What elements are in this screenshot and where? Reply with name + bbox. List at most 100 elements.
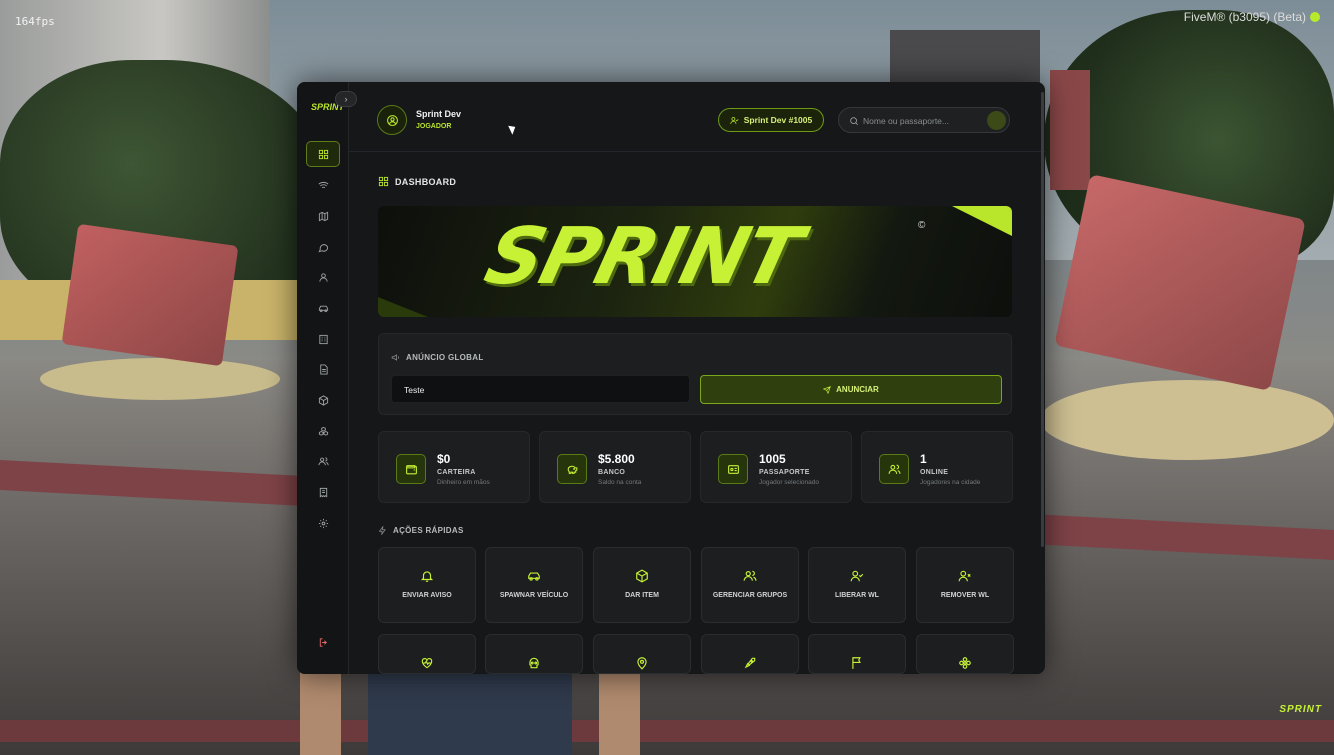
map-icon <box>318 211 328 221</box>
grid-icon <box>378 176 389 187</box>
header: Sprint Dev JOGADOR Sprint Dev #1005 <box>349 82 1045 152</box>
banner-logo: SPRINT <box>476 212 809 302</box>
action-label: DAR ITEM <box>625 592 659 599</box>
users-icon <box>888 464 900 474</box>
fivem-version: FiveM® (b3095) (Beta) <box>1184 10 1320 24</box>
search-input[interactable] <box>863 112 983 129</box>
player-id-label: Sprint Dev #1005 <box>743 115 813 125</box>
users-icon <box>317 456 329 465</box>
action-label: GERENCIAR GRUPOS <box>712 592 788 599</box>
chat-icon <box>318 243 328 252</box>
admin-panel: SPRINT › Sprint Dev JOGADOR Sprint Dev #… <box>297 82 1045 674</box>
stat-label: BANCO <box>598 469 626 476</box>
piggy-bank-icon <box>567 465 577 474</box>
stat-value: $5.800 <box>598 452 635 466</box>
action-misc[interactable] <box>916 634 1014 674</box>
quick-actions-title: AÇÕES RÁPIDAS <box>378 526 464 535</box>
stat-label: CARTEIRA <box>437 469 476 476</box>
box-icon <box>318 394 328 406</box>
nav-settings[interactable] <box>306 510 340 536</box>
action-label: LIBERAR WL <box>835 592 879 599</box>
action-kill[interactable] <box>485 634 583 674</box>
user-x-icon <box>958 570 971 582</box>
heart-pulse-icon <box>421 658 433 669</box>
search-box[interactable] <box>838 107 1010 133</box>
action-heal[interactable] <box>378 634 476 674</box>
announce-button-label: ANUNCIAR <box>836 385 879 394</box>
flag-icon <box>852 657 861 669</box>
logout-icon <box>319 637 327 647</box>
action-boost[interactable] <box>701 634 799 674</box>
car-icon <box>318 305 328 312</box>
stat-subtitle: Jogador selecionado <box>759 479 819 486</box>
announce-button[interactable]: ANUNCIAR <box>700 375 1002 404</box>
action-release-wl[interactable]: LIBERAR WL <box>808 547 906 623</box>
avatar[interactable] <box>377 105 407 135</box>
send-icon <box>823 385 832 394</box>
document-icon <box>319 363 328 375</box>
dashboard-title-text: DASHBOARD <box>395 176 457 187</box>
nav-inventory[interactable] <box>306 418 340 444</box>
nav-connection[interactable] <box>306 172 340 198</box>
stat-icon-box <box>879 454 909 484</box>
quick-actions-title-text: AÇÕES RÁPIDAS <box>393 526 464 535</box>
user-icon <box>318 272 328 282</box>
building-icon <box>318 334 328 344</box>
announcement-input[interactable]: Teste <box>391 375 690 403</box>
grid-icon <box>318 149 328 159</box>
nav-chat[interactable] <box>306 234 340 260</box>
nav-items[interactable] <box>306 387 340 413</box>
announcement-title-text: ANÚNCIO GLOBAL <box>406 353 484 362</box>
car-icon <box>528 572 540 581</box>
rocket-icon <box>744 657 756 669</box>
stat-value: 1005 <box>759 452 786 466</box>
nav-groups[interactable] <box>306 448 340 474</box>
stat-subtitle: Dinheiro em mãos <box>437 479 490 486</box>
watermark-logo: SPRINT <box>1279 704 1322 715</box>
stat-subtitle: Saldo na conta <box>598 479 642 486</box>
action-remove-wl[interactable]: REMOVER WL <box>916 547 1014 623</box>
receipt-icon <box>319 487 327 497</box>
nav-dashboard[interactable] <box>306 141 340 167</box>
stat-card-bank: $5.800 BANCO Saldo na conta <box>539 431 691 503</box>
wallet-icon <box>405 464 417 474</box>
dashboard-title: DASHBOARD <box>378 176 456 187</box>
scrollbar[interactable] <box>1041 92 1044 547</box>
box-icon <box>636 569 648 583</box>
sidebar: SPRINT › <box>297 82 357 674</box>
action-send-notice[interactable]: ENVIAR AVISO <box>378 547 476 623</box>
flower-icon <box>959 657 971 669</box>
stat-label: PASSAPORTE <box>759 469 810 476</box>
nav-documents[interactable] <box>306 356 340 382</box>
nav-map[interactable] <box>306 203 340 229</box>
nav-properties[interactable] <box>306 326 340 352</box>
action-label: SPAWNAR VEÍCULO <box>499 592 569 599</box>
action-give-item[interactable]: DAR ITEM <box>593 547 691 623</box>
stat-icon-box <box>396 454 426 484</box>
global-announcement-card: ANÚNCIO GLOBAL Teste ANUNCIAR <box>378 333 1012 415</box>
main-content: Sprint Dev JOGADOR Sprint Dev #1005 DASH… <box>349 82 1045 674</box>
action-flag[interactable] <box>808 634 906 674</box>
action-label: ENVIAR AVISO <box>402 592 452 599</box>
player-id-pill[interactable]: Sprint Dev #1005 <box>718 108 824 132</box>
users-icon <box>743 570 757 581</box>
bolt-icon <box>378 526 386 535</box>
cubes-icon <box>318 426 328 436</box>
action-spawn-vehicle[interactable]: SPAWNAR VEÍCULO <box>485 547 583 623</box>
sprint-banner: SPRINT © <box>378 206 1012 317</box>
logout-button[interactable] <box>306 629 340 655</box>
nav-logs[interactable] <box>306 479 340 505</box>
search-button[interactable] <box>987 111 1006 130</box>
gear-icon <box>318 518 328 528</box>
nav-vehicles[interactable] <box>306 295 340 321</box>
action-teleport[interactable] <box>593 634 691 674</box>
status-dot-icon <box>1310 12 1320 22</box>
stat-value: $0 <box>437 452 451 466</box>
stat-label: ONLINE <box>920 469 949 476</box>
nav-player[interactable] <box>306 264 340 290</box>
action-manage-groups[interactable]: GERENCIAR GRUPOS <box>701 547 799 623</box>
stat-icon-box <box>557 454 587 484</box>
user-check-icon <box>730 116 739 124</box>
action-label: REMOVER WL <box>940 592 990 599</box>
stat-value: 1 <box>920 452 927 466</box>
